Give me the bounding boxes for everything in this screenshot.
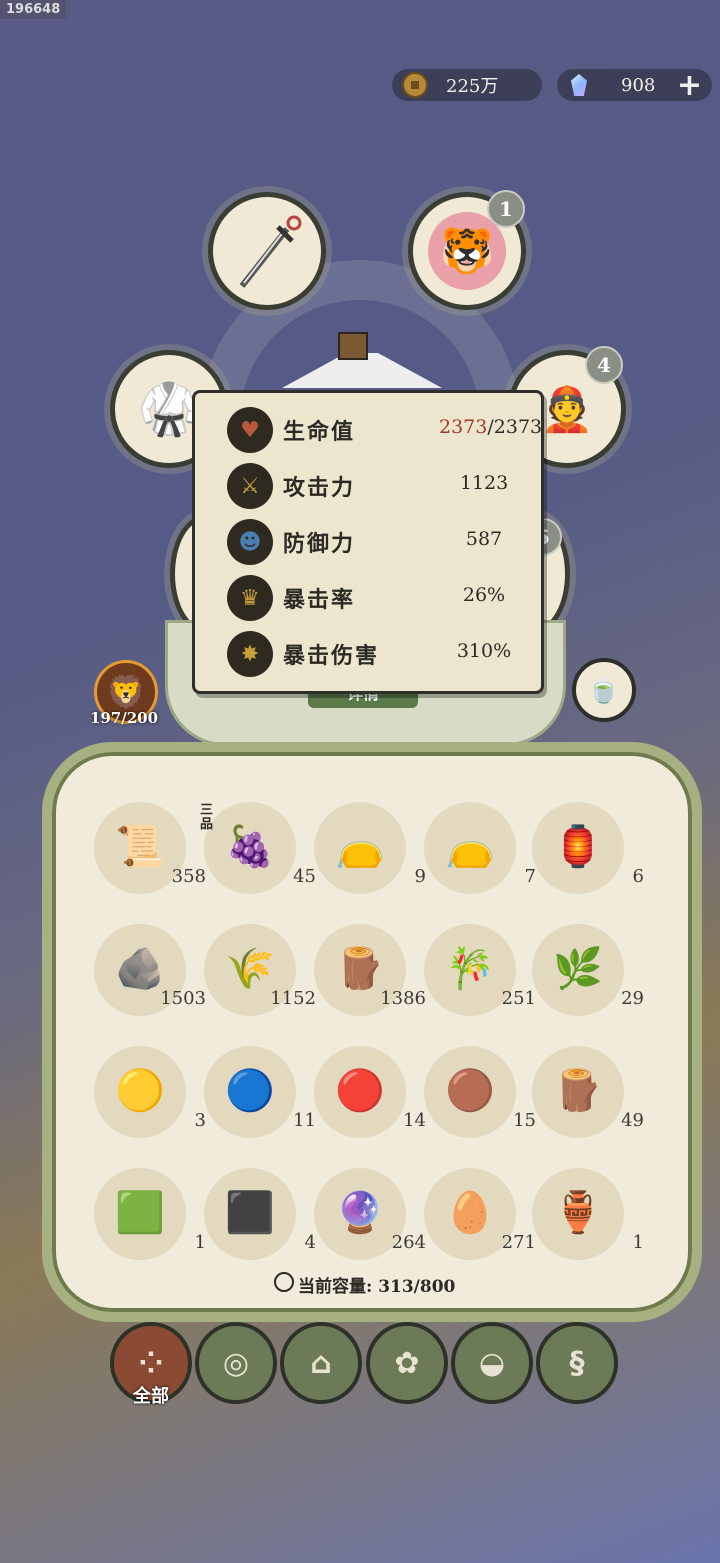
tab-bowl[interactable]: ◒ [451,1322,533,1404]
inventory-slot[interactable]: 🪵 49 [532,1046,644,1138]
scroll-tab-icon: § [569,1345,585,1381]
gem-icon [571,74,587,96]
tab-leaf[interactable]: ✿ [366,1322,448,1404]
coin-counter: 225万 [392,69,542,101]
stat-value: 310% [456,640,512,662]
item-count: 7 [524,866,536,887]
stat-value: 1123 [459,472,509,494]
inventory-slot[interactable]: ⬛ 4 [204,1168,316,1260]
cup-icon: 🍵 [587,675,621,705]
item-count: 6 [632,866,644,887]
item-count: 15 [513,1110,536,1131]
warrior-icon: 👲 [539,384,595,435]
crown-icon: ♛ [227,575,273,621]
inventory-slot[interactable]: 👝 9 [314,802,426,894]
pet-badge: 1 [487,190,525,228]
hp-current: 2373 [439,416,488,438]
gem-amount: 908 [621,74,656,96]
item-count: 1 [632,1232,644,1253]
inventory-slot[interactable]: 🏮 6 [532,802,644,894]
stat-label: 防御力 [283,531,356,557]
house-icon: ⌂ [310,1345,332,1381]
cup-button[interactable]: 🍵 [572,658,636,722]
capacity-label: 当前容量: 313/800 [298,1277,456,1297]
stat-label: 攻击力 [283,475,356,501]
inventory-slot[interactable]: 🥚 271 [424,1168,536,1260]
item-count: 358 [171,866,206,887]
coin-amount: 225万 [446,76,499,97]
item-count: 3 [194,1110,206,1131]
item-count: 49 [621,1110,644,1131]
inventory-slot[interactable]: 🟡 3 [94,1046,206,1138]
player-level: 197/200 [89,709,159,727]
item-count: 1386 [380,988,426,1009]
stat-label: 生命值 [283,419,356,445]
item-count: 29 [621,988,644,1009]
item-count: 1503 [160,988,206,1009]
stat-row-crit-rate: ♛ 暴击率 26% [227,575,527,621]
stat-label: 暴击伤害 [283,643,380,669]
hat-knot [338,332,368,360]
add-gems-button[interactable]: + [677,68,702,103]
inventory-slot[interactable]: 🍇 45 三品 [200,802,316,894]
item-count: 45 [293,866,316,887]
inventory-slot[interactable]: 🪵 1386 [314,924,426,1016]
item-count: 14 [403,1110,426,1131]
inventory-slot[interactable]: 🎋 251 [424,924,536,1016]
inventory-slot[interactable]: 🪨 1503 [94,924,206,1016]
stat-row-hp: ♥ 生命值 2373/2373 [227,407,542,453]
stat-label: 暴击率 [283,587,356,613]
sword-icon: ⚔ [227,463,273,509]
inventory-slot[interactable]: 🔵 11 [204,1046,316,1138]
item-count: 9 [414,866,426,887]
wood-icon: ◎ [222,1345,250,1381]
inventory-slot[interactable]: 🟩 1 [94,1168,206,1260]
tab-house[interactable]: ⌂ [280,1322,362,1404]
inventory-slot[interactable]: 🌾 1152 [204,924,316,1016]
tab-wood[interactable]: ◎ [195,1322,277,1404]
stat-row-attack: ⚔ 攻击力 1123 [227,463,527,509]
sword-icon [239,215,302,288]
inventory-slot[interactable]: 🏺 1 [532,1168,644,1260]
inventory-slot[interactable]: 🔮 264 [314,1168,426,1260]
grid-icon: ⁘ [138,1345,164,1381]
inventory-slot[interactable]: 🌿 29 [532,924,644,1016]
hp-max: /2373 [487,416,543,438]
heart-icon: ♥ [227,407,273,453]
person-icon: ☻ [227,519,273,565]
robe-icon: 🥋 [137,379,201,438]
bowl-icon: ◒ [478,1345,506,1381]
tab-scroll-tab[interactable]: § [536,1322,618,1404]
inventory-slot[interactable]: 📜 358 [94,802,206,894]
weapon-slot[interactable] [208,192,326,310]
user-id: 196648 [0,0,67,19]
stat-value: 2373/2373 [439,416,542,438]
inventory-slot[interactable]: 🔴 14 [314,1046,426,1138]
leaf-icon: ✿ [394,1345,420,1381]
item-count: 264 [391,1232,426,1253]
item-count: 4 [304,1232,316,1253]
burst-icon: ✸ [227,631,273,677]
tab-label: 全部 [133,1386,169,1407]
lion-face-icon: 🦁 [106,673,146,711]
inventory-slot[interactable]: 👝 7 [424,802,536,894]
item-count: 1 [194,1232,206,1253]
item-count: 1152 [270,988,316,1009]
stats-panel: ♥ 生命值 2373/2373 ⚔ 攻击力 1123 ☻ 防御力 587 ♛ 暴… [192,390,544,694]
item-count: 251 [501,988,536,1009]
item-grade-tag: 三品 [200,803,214,832]
inventory-slot[interactable]: 🟤 15 [424,1046,536,1138]
tab-grid[interactable]: ⁘ 全部 [110,1322,192,1407]
coin-icon [402,72,428,98]
capacity-icon [274,1272,294,1292]
gem-counter: 908 + [557,68,712,103]
stat-value: 26% [462,584,506,606]
stat-row-crit-damage: ✸ 暴击伤害 310% [227,631,527,677]
item-count: 271 [501,1232,536,1253]
companion-badge: 4 [585,346,623,384]
item-count: 11 [293,1110,316,1131]
stat-row-defense: ☻ 防御力 587 [227,519,527,565]
stat-value: 587 [465,528,503,550]
